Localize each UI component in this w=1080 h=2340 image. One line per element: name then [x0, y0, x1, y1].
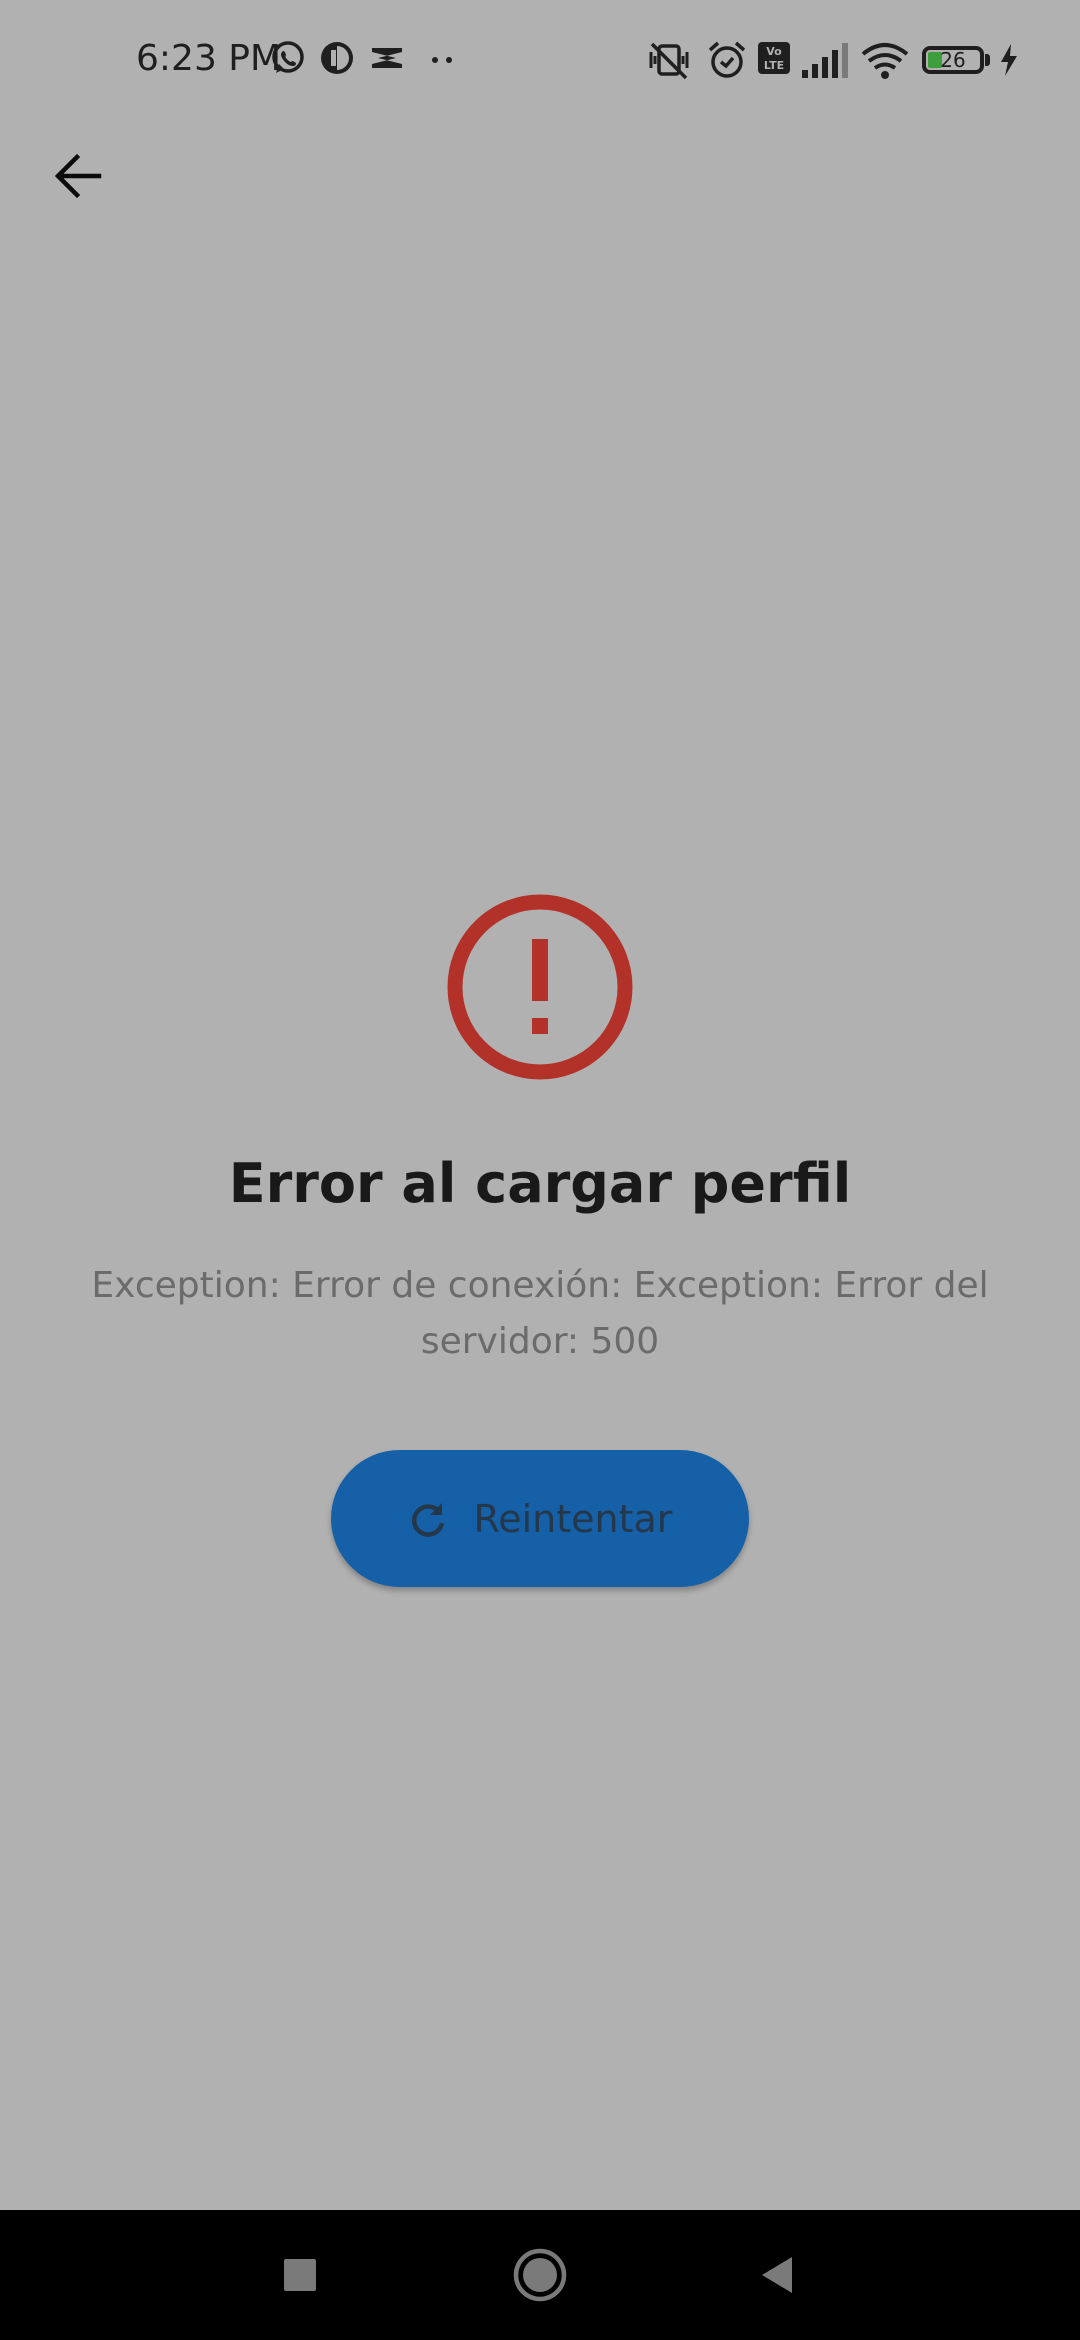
error-circle-icon [447, 894, 633, 1080]
refresh-icon [411, 1502, 444, 1537]
svg-text:LTE: LTE [764, 59, 784, 72]
whatsapp-icon [272, 41, 304, 73]
error-title: Error al cargar perfil [228, 1152, 852, 1215]
battery-icon: 26 [922, 46, 984, 74]
signal-icon [802, 43, 848, 78]
navigation-bar [0, 2210, 1080, 2340]
capcut-icon [372, 48, 402, 68]
nav-back-button[interactable] [707, 2210, 847, 2340]
vibrate-off-icon [649, 42, 689, 80]
alarm-icon [708, 41, 746, 78]
home-button[interactable] [470, 2210, 610, 2340]
wifi-icon [861, 43, 909, 79]
error-message: Exception: Error de conexión: Exception:… [91, 1265, 989, 1362]
retry-button-label: Reintentar [473, 1496, 673, 1541]
status-time: 6:23 PM [136, 38, 282, 79]
status-bar: 6:23 PM Vo LTE 26 [0, 0, 1080, 124]
charging-icon [1001, 44, 1017, 76]
arrow-left-icon [54, 153, 102, 199]
triangle-back-icon [762, 2257, 792, 2293]
circle-icon [513, 2248, 567, 2302]
retry-button[interactable]: Reintentar [331, 1450, 749, 1587]
square-icon [284, 2259, 316, 2291]
more-notifications-icon [432, 57, 452, 63]
recents-button[interactable] [230, 2210, 370, 2340]
back-button[interactable] [38, 136, 118, 216]
volte-icon: Vo LTE [758, 42, 790, 74]
app-icon [321, 42, 353, 74]
battery-cap [985, 54, 990, 66]
battery-level: 26 [940, 48, 966, 72]
svg-text:Vo: Vo [766, 45, 782, 58]
